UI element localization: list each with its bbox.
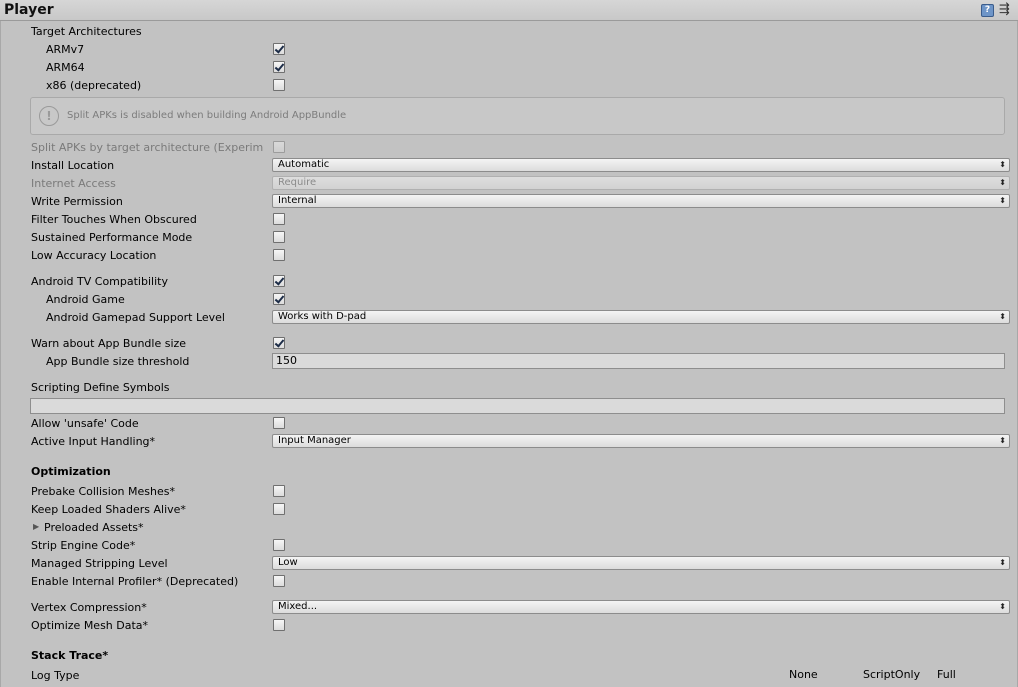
keep-shaders-checkbox[interactable] [273, 503, 285, 515]
split-apks-checkbox[interactable] [273, 141, 285, 153]
active-input-value: Input Manager [278, 435, 351, 446]
write-permission-label: Write Permission [31, 195, 123, 208]
android-game-checkbox[interactable] [273, 293, 285, 305]
dropdown-arrow-icon: ⬍ [999, 558, 1006, 567]
armv7-label: ARMv7 [46, 43, 85, 56]
panel-title: Player [4, 2, 54, 18]
managed-stripping-value: Low [278, 557, 298, 568]
low-accuracy-label: Low Accuracy Location [31, 249, 157, 262]
android-game-label: Android Game [46, 293, 125, 306]
bundle-threshold-label: App Bundle size threshold [46, 355, 190, 368]
dropdown-arrow-icon: ⬍ [999, 178, 1006, 187]
dropdown-arrow-icon: ⬍ [999, 196, 1006, 205]
warn-bundle-size-checkbox[interactable] [273, 337, 285, 349]
active-input-label: Active Input Handling* [31, 435, 156, 448]
strip-engine-label: Strip Engine Code* [31, 539, 136, 552]
dropdown-arrow-icon: ⬍ [999, 312, 1006, 321]
install-location-value: Automatic [278, 159, 330, 170]
sustained-performance-label: Sustained Performance Mode [31, 231, 193, 244]
warn-bundle-size-label: Warn about App Bundle size [31, 337, 187, 350]
player-settings-panel: Target Architectures ARMv7 ARM64 x86 (de… [0, 21, 1018, 687]
android-tv-label: Android TV Compatibility [31, 275, 168, 288]
column-none: None [789, 668, 818, 681]
active-input-dropdown[interactable]: Input Manager ⬍ [272, 434, 1010, 448]
managed-stripping-label: Managed Stripping Level [31, 557, 168, 570]
stack-trace-heading: Stack Trace* [31, 649, 109, 662]
write-permission-value: Internal [278, 195, 317, 206]
dropdown-arrow-icon: ⬍ [999, 160, 1006, 169]
arm64-label: ARM64 [46, 61, 85, 74]
keep-shaders-label: Keep Loaded Shaders Alive* [31, 503, 186, 516]
install-location-dropdown[interactable]: Automatic ⬍ [272, 158, 1010, 172]
prebake-checkbox[interactable] [273, 485, 285, 497]
internal-profiler-checkbox[interactable] [273, 575, 285, 587]
arm64-checkbox[interactable] [273, 61, 285, 73]
split-apks-label: Split APKs by target architecture (Exper… [31, 141, 264, 154]
internet-access-dropdown[interactable]: Require ⬍ [272, 176, 1010, 190]
dropdown-arrow-icon: ⬍ [999, 436, 1006, 445]
split-apks-help-box: ! Split APKs is disabled when building A… [30, 97, 1005, 135]
prebake-label: Prebake Collision Meshes* [31, 485, 175, 498]
help-message: Split APKs is disabled when building And… [67, 110, 347, 121]
info-icon: ! [39, 106, 59, 126]
filter-touches-label: Filter Touches When Obscured [31, 213, 197, 226]
low-accuracy-checkbox[interactable] [273, 249, 285, 261]
install-location-label: Install Location [31, 159, 115, 172]
help-icon[interactable]: ? [981, 4, 994, 17]
optimize-mesh-label: Optimize Mesh Data* [31, 619, 149, 632]
optimization-heading: Optimization [31, 465, 111, 478]
vertex-compression-dropdown[interactable]: Mixed... ⬍ [272, 600, 1010, 614]
android-tv-checkbox[interactable] [273, 275, 285, 287]
gamepad-support-value: Works with D-pad [278, 311, 367, 322]
dropdown-arrow-icon: ⬍ [999, 602, 1006, 611]
managed-stripping-dropdown[interactable]: Low ⬍ [272, 556, 1010, 570]
armv7-checkbox[interactable] [273, 43, 285, 55]
scripting-define-label: Scripting Define Symbols [31, 381, 170, 394]
gamepad-support-dropdown[interactable]: Works with D-pad ⬍ [272, 310, 1010, 324]
column-full: Full [937, 668, 956, 681]
vertex-compression-label: Vertex Compression* [31, 601, 147, 614]
allow-unsafe-label: Allow 'unsafe' Code [31, 417, 139, 430]
allow-unsafe-checkbox[interactable] [273, 417, 285, 429]
settings-icon[interactable]: ⇶ [999, 3, 1017, 17]
scripting-define-field[interactable] [30, 398, 1005, 414]
gamepad-support-label: Android Gamepad Support Level [46, 311, 225, 324]
x86-label: x86 (deprecated) [46, 79, 142, 92]
sustained-performance-checkbox[interactable] [273, 231, 285, 243]
internet-access-value: Require [278, 177, 317, 188]
bundle-threshold-value: 150 [276, 354, 297, 367]
foldout-arrow-icon[interactable]: ▶ [33, 522, 39, 531]
optimize-mesh-checkbox[interactable] [273, 619, 285, 631]
vertex-compression-value: Mixed... [278, 601, 318, 612]
log-type-label: Log Type [31, 669, 80, 682]
preloaded-assets-foldout[interactable]: Preloaded Assets* [44, 521, 144, 534]
write-permission-dropdown[interactable]: Internal ⬍ [272, 194, 1010, 208]
internet-access-label: Internet Access [31, 177, 116, 190]
strip-engine-checkbox[interactable] [273, 539, 285, 551]
column-scriptonly: ScriptOnly [863, 668, 921, 681]
target-architectures-heading: Target Architectures [31, 25, 142, 38]
bundle-threshold-field[interactable]: 150 [272, 353, 1005, 369]
filter-touches-checkbox[interactable] [273, 213, 285, 225]
internal-profiler-label: Enable Internal Profiler* (Deprecated) [31, 575, 239, 588]
inspector-titlebar: Player ? ⇶ [0, 0, 1018, 21]
x86-checkbox[interactable] [273, 79, 285, 91]
